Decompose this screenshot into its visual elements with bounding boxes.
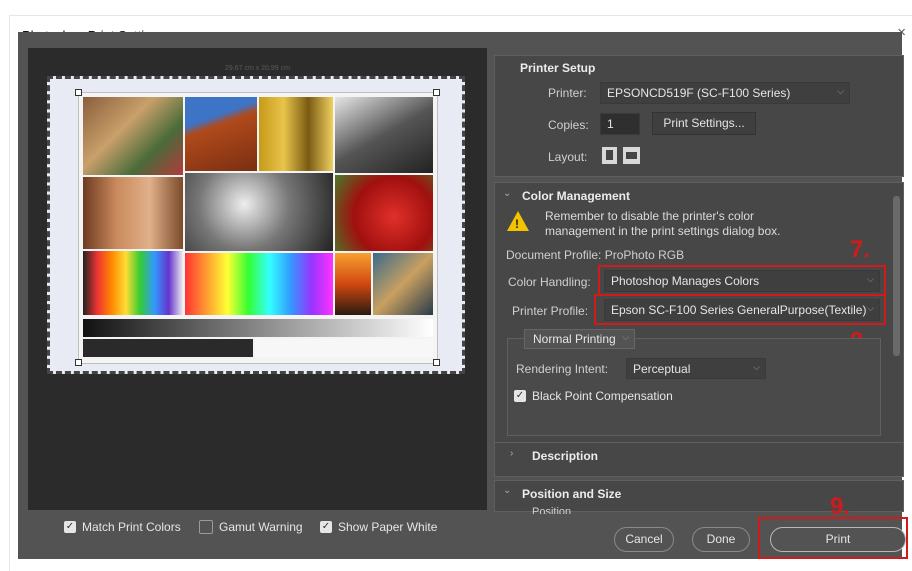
document-profile: Document Profile: ProPhoto RGB (506, 248, 685, 262)
printer-select[interactable]: EPSONCD519F (SC-F100 Series) ⌵ (600, 82, 850, 104)
cancel-button[interactable]: Cancel (614, 527, 674, 552)
gamut-warning-checkbox[interactable] (199, 520, 213, 534)
black-point-option[interactable]: ✓ Black Point Compensation (514, 389, 673, 403)
gamut-warning-option[interactable]: Gamut Warning (199, 520, 303, 534)
annotation-box-8 (594, 294, 886, 325)
printer-value: EPSONCD519F (SC-F100 Series) (607, 86, 791, 100)
collage-photo-phone (335, 97, 433, 173)
printer-label: Printer: (548, 86, 587, 100)
chevron-down-icon: ⌵ (753, 362, 760, 372)
collage-light-steps (255, 339, 433, 357)
collapse-chevron-icon[interactable]: ⌄ (503, 485, 511, 496)
normal-printing-group (507, 338, 881, 436)
layout-label: Layout: (548, 150, 588, 164)
warning-line-1: Remember to disable the printer's color (545, 209, 755, 223)
collage-photo-trees (259, 97, 333, 171)
black-point-label: Black Point Compensation (532, 389, 673, 403)
panel-scrollbar[interactable] (893, 196, 900, 356)
warning-line-2: management in the print settings dialog … (545, 224, 781, 238)
match-print-colors-checkbox[interactable]: ✓ (64, 521, 76, 533)
annotation-box-7 (598, 265, 886, 296)
show-paper-white-checkbox[interactable]: ✓ (320, 521, 332, 533)
collage-dark-steps (83, 339, 253, 357)
copies-input[interactable]: 1 (600, 113, 640, 135)
portrait-layout-icon[interactable] (602, 147, 617, 164)
collapse-chevron-icon[interactable]: ⌄ (503, 188, 511, 199)
printer-setup-heading: Printer Setup (520, 61, 596, 75)
normal-printing-value: Normal Printing (533, 332, 616, 346)
annotation-number-9: 9. (830, 493, 851, 520)
collage-photo-sunset (335, 253, 371, 315)
rendering-intent-select[interactable]: Perceptual ⌵ (626, 358, 766, 379)
description-heading: Description (532, 449, 599, 463)
print-settings-button[interactable]: Print Settings... (652, 112, 756, 135)
collage-gray-ramp (83, 319, 433, 337)
position-size-heading: Position and Size (522, 487, 622, 501)
annotation-box-9 (758, 517, 908, 559)
chevron-down-icon: ⌵ (622, 332, 629, 342)
show-paper-white-label: Show Paper White (338, 520, 438, 534)
expand-chevron-icon[interactable]: › (510, 448, 513, 459)
match-print-colors-label: Match Print Colors (82, 520, 181, 534)
match-print-colors-option[interactable]: ✓ Match Print Colors (64, 520, 181, 534)
position-subheading: Position (532, 506, 572, 514)
copies-label: Copies: (548, 118, 589, 132)
normal-printing-select[interactable]: Normal Printing ⌵ (524, 329, 635, 349)
chevron-down-icon: ⌵ (837, 86, 844, 96)
resize-handle-br[interactable] (433, 359, 440, 366)
collage-color-bars (83, 251, 183, 315)
collage-photo-faces (83, 177, 183, 249)
collage-photo-spheres (185, 173, 333, 251)
paper-dimensions: 29.67 cm x 20.99 cm (225, 65, 290, 72)
resize-handle-bl[interactable] (75, 359, 82, 366)
warning-exclamation: ! (515, 217, 519, 231)
rendering-intent-value: Perceptual (633, 362, 691, 376)
collage-photo-strawberries (335, 175, 433, 251)
resize-handle-tr[interactable] (433, 89, 440, 96)
collage-photo-arch (185, 97, 257, 171)
collage-photo-objects (83, 97, 183, 175)
collage-color-grid (185, 253, 333, 315)
color-handling-label: Color Handling: (508, 275, 591, 289)
copies-value: 1 (607, 117, 614, 131)
annotation-number-7: 7. (850, 236, 871, 263)
rendering-intent-label: Rendering Intent: (516, 362, 609, 376)
landscape-layout-icon[interactable] (623, 147, 640, 164)
resize-handle-tl[interactable] (75, 89, 82, 96)
black-point-checkbox[interactable]: ✓ (514, 390, 526, 402)
gamut-warning-label: Gamut Warning (219, 520, 303, 534)
printer-profile-label: Printer Profile: (512, 304, 589, 318)
image-preview[interactable] (78, 92, 438, 364)
collage-photo-feathers (373, 253, 433, 315)
color-management-heading: Color Management (522, 189, 631, 203)
done-button[interactable]: Done (692, 527, 750, 552)
show-paper-white-option[interactable]: ✓ Show Paper White (320, 520, 437, 534)
